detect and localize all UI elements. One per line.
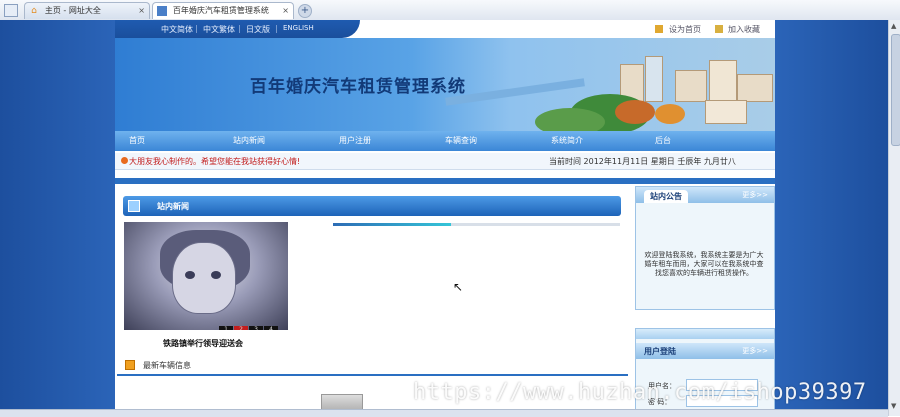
site-title: 百年婚庆汽车租赁管理系统	[250, 77, 466, 97]
face-shape	[172, 242, 236, 314]
lang-simplified[interactable]: 中文简体	[161, 24, 193, 35]
tab-label: 百年婚庆汽车租赁管理系统	[172, 6, 269, 15]
language-bar: 中文简体 | 中文繁体 | 日文版 | ENGLISH	[115, 20, 360, 38]
news-section-header: 站内新闻	[123, 196, 621, 216]
building-image	[705, 100, 747, 124]
home-icon	[655, 25, 663, 33]
vehicle-section-icon	[125, 360, 135, 370]
building-image	[675, 70, 707, 102]
notice-bar: 大朋友我心制作的。希望您能在我站获得好心情! 当前时间 2012年11月11日 …	[115, 153, 775, 170]
building-image	[737, 74, 773, 102]
river-image	[445, 78, 585, 106]
vehicle-section-title: 最新车辆信息	[143, 361, 191, 370]
main-nav: 首页 站内新闻 用户注册 车辆查询 系统简介 后台	[115, 131, 775, 151]
scroll-up-icon[interactable]: ▲	[891, 22, 896, 30]
nav-item-home[interactable]: 首页	[129, 135, 145, 146]
close-icon[interactable]: ×	[282, 6, 289, 15]
slideshow-caption[interactable]: 铁路镇举行领导迎送会	[163, 338, 243, 349]
news-loading-bar	[333, 223, 620, 226]
tab-label: 主页 - 网址大全	[44, 6, 101, 15]
nav-item-about[interactable]: 系统简介	[551, 135, 583, 146]
add-favorite-link[interactable]: 加入收藏	[728, 24, 760, 35]
page-content: 中文简体 | 中文繁体 | 日文版 | ENGLISH 设为首页 加入收藏 百年…	[115, 20, 775, 416]
login-title: 用户登陆	[644, 347, 676, 356]
set-homepage-link[interactable]: 设为首页	[669, 24, 701, 35]
announcement-header: 站内公告 更多>>	[636, 187, 774, 203]
login-more-link[interactable]: 更多>>	[742, 346, 768, 356]
monitor-icon	[128, 200, 140, 212]
slide-button[interactable]: 4	[264, 326, 278, 330]
building-image	[709, 60, 737, 102]
slide-button[interactable]: 3	[249, 326, 263, 330]
tree-image	[655, 104, 685, 124]
eye-shape	[211, 271, 221, 279]
lang-japanese[interactable]: 日文版	[246, 24, 270, 35]
nav-item-register[interactable]: 用户注册	[339, 135, 371, 146]
current-date: 当前时间 2012年11月11日 星期日 壬辰年 九月廿八	[549, 157, 736, 166]
announcement-panel: 站内公告 更多>> 欢迎登陆我系统，我系统主要是为广大婚车租车而用，大家可以在我…	[635, 186, 775, 310]
nav-item-vehicle-search[interactable]: 车辆查询	[445, 135, 477, 146]
tree-image	[615, 100, 655, 124]
slide-button[interactable]: 1	[219, 326, 233, 330]
mouse-cursor-icon: ↖	[453, 280, 464, 294]
vehicle-section-header: 最新车辆信息	[117, 356, 628, 376]
login-panel-top	[636, 329, 774, 339]
announcement-title: 站内公告	[644, 190, 688, 203]
page-background-left	[0, 20, 115, 416]
scroll-down-icon[interactable]: ▼	[891, 402, 896, 410]
lang-separator: |	[195, 24, 198, 33]
lang-english[interactable]: ENGLISH	[283, 24, 314, 32]
page-icon	[157, 5, 167, 16]
announcement-text: 欢迎登陆我系统，我系统主要是为广大婚车租车而用，大家可以在我系统中查找您喜欢的车…	[644, 251, 764, 277]
top-strip: 中文简体 | 中文繁体 | 日文版 | ENGLISH 设为首页 加入收藏	[115, 20, 775, 38]
lang-traditional[interactable]: 中文繁体	[203, 24, 235, 35]
building-image	[645, 56, 663, 102]
lang-separator: |	[238, 24, 241, 33]
vertical-scrollbar[interactable]: ▲ ▼	[888, 20, 900, 416]
announcement-more-link[interactable]: 更多>>	[742, 190, 768, 200]
lang-separator: |	[275, 24, 278, 33]
eye-shape	[185, 271, 195, 279]
tab-list-icon[interactable]	[4, 4, 18, 17]
watermark: https://www.huzhan.com/ishop39397	[413, 380, 867, 405]
nav-item-news[interactable]: 站内新闻	[233, 135, 265, 146]
news-slideshow-image[interactable]: 12345	[124, 222, 288, 330]
page-background-right	[775, 20, 888, 416]
tab-rental-system[interactable]: 百年婚庆汽车租赁管理系统 ×	[152, 2, 294, 19]
slideshow-controls: 12345	[219, 324, 288, 330]
star-icon	[715, 25, 723, 33]
login-header: 用户登陆 更多>>	[636, 343, 774, 359]
notice-marquee: 大朋友我心制作的。希望您能在我站获得好心情!	[129, 157, 301, 166]
park-image	[535, 108, 605, 131]
divider-bar	[115, 178, 775, 184]
header-banner: 百年婚庆汽车租赁管理系统	[115, 38, 775, 131]
new-tab-button[interactable]: +	[298, 4, 312, 18]
home-icon: ⌂	[31, 5, 37, 16]
slide-button[interactable]: 2	[234, 326, 248, 330]
notice-icon	[121, 157, 128, 164]
tab-home[interactable]: ⌂ 主页 - 网址大全 ×	[24, 2, 150, 19]
news-section-title: 站内新闻	[157, 202, 189, 211]
close-icon[interactable]: ×	[138, 6, 145, 15]
scrollbar-thumb[interactable]	[891, 34, 900, 146]
loading-bar-fill	[333, 223, 451, 226]
nav-item-admin[interactable]: 后台	[655, 135, 671, 146]
browser-tab-bar: ⌂ 主页 - 网址大全 × 百年婚庆汽车租赁管理系统 × +	[0, 0, 900, 21]
